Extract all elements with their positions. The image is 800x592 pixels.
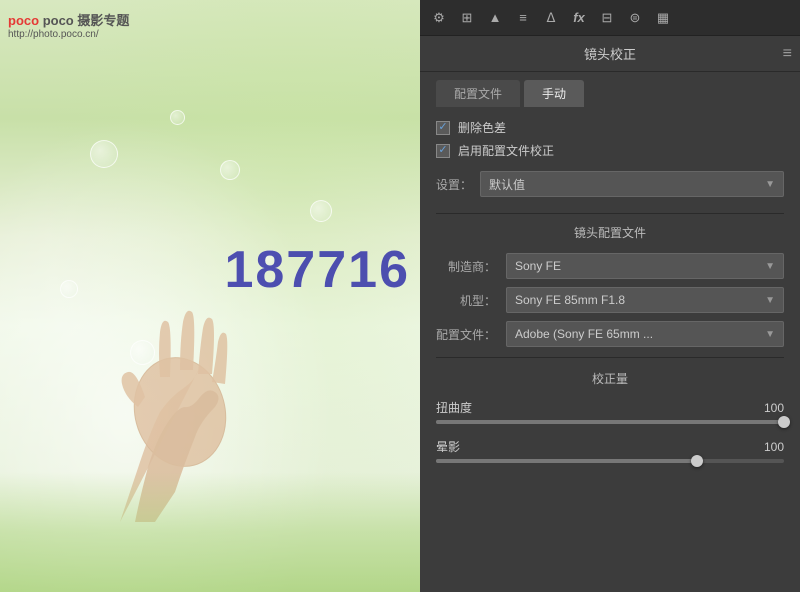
panel-content: 删除色差 启用配置文件校正 设置： 默认值 ▼ 镜头配置文件 制造商： Sony…: [420, 107, 800, 592]
profile-arrow-icon: ▼: [765, 329, 775, 340]
right-panel: ⚙ ⊞ ▲ ≡ ᐃ fx ⊟ ⊜ ▦ 镜头校正 ≡ 配置文件 手动 删除色差 启…: [420, 0, 800, 592]
distortion-slider-row: 扭曲度 100: [436, 399, 784, 424]
checkbox-profile[interactable]: [436, 144, 450, 158]
tab-profile[interactable]: 配置文件: [436, 80, 520, 107]
manufacturer-value: Sony FE: [515, 259, 561, 273]
distortion-thumb[interactable]: [778, 416, 790, 428]
vignette-slider-row: 晕影 100: [436, 438, 784, 463]
vignette-thumb[interactable]: [691, 455, 703, 467]
model-label: 机型：: [436, 292, 496, 309]
poco-logo: poco: [8, 13, 39, 28]
profile-value: Adobe (Sony FE 65mm ...: [515, 327, 653, 341]
distortion-label: 扭曲度: [436, 399, 472, 416]
bubble-2: [310, 200, 332, 222]
photo-panel: poco poco 摄影专题 http://photo.poco.cn/ 187…: [0, 0, 420, 592]
bubble-4: [220, 160, 240, 180]
divider-2: [436, 357, 784, 358]
divider-1: [436, 213, 784, 214]
distortion-fill: [436, 420, 784, 424]
toolbar-icon-mountain[interactable]: ▲: [484, 7, 506, 29]
distortion-value: 100: [754, 401, 784, 415]
toolbar-icon-grid[interactable]: ⊞: [456, 7, 478, 29]
settings-select[interactable]: 默认值 ▼: [480, 171, 784, 197]
tab-bar: 配置文件 手动: [420, 72, 800, 107]
settings-row: 设置： 默认值 ▼: [436, 171, 784, 197]
toolbar-icon-wave[interactable]: ᐃ: [540, 7, 562, 29]
manufacturer-select[interactable]: Sony FE ▼: [506, 253, 784, 279]
model-arrow-icon: ▼: [765, 295, 775, 306]
toolbar-icon-table[interactable]: ⊟: [596, 7, 618, 29]
toolbar-icon-camera[interactable]: ▦: [652, 7, 674, 29]
model-row: 机型： Sony FE 85mm F1.8 ▼: [436, 287, 784, 313]
checkbox-group: 删除色差 启用配置文件校正: [436, 119, 784, 159]
toolbar-icon-fx[interactable]: fx: [568, 7, 590, 29]
toolbar-icon-adjust[interactable]: ⊜: [624, 7, 646, 29]
manufacturer-label: 制造商：: [436, 258, 496, 275]
bubble-1: [90, 140, 118, 168]
panel-header: 镜头校正 ≡: [420, 36, 800, 72]
settings-value: 默认值: [489, 176, 525, 193]
toolbar-icon-settings[interactable]: ⚙: [428, 7, 450, 29]
bubble-5: [170, 110, 185, 125]
panel-menu-button[interactable]: ≡: [783, 45, 792, 63]
correction-title: 校正量: [436, 370, 784, 387]
correction-section: 校正量 扭曲度 100 晕影 100: [436, 370, 784, 463]
checkbox-chromatic-label: 删除色差: [458, 119, 506, 136]
tab-manual[interactable]: 手动: [524, 80, 584, 107]
profile-row: 配置文件： Adobe (Sony FE 65mm ... ▼: [436, 321, 784, 347]
watermark-title: poco 摄影专题: [43, 13, 130, 28]
distortion-track[interactable]: [436, 420, 784, 424]
vignette-header: 晕影 100: [436, 438, 784, 455]
vignette-track[interactable]: [436, 459, 784, 463]
vignette-label: 晕影: [436, 438, 460, 455]
panel-title: 镜头校正: [584, 44, 636, 63]
profile-label: 配置文件：: [436, 326, 496, 343]
distortion-header: 扭曲度 100: [436, 399, 784, 416]
manufacturer-row: 制造商： Sony FE ▼: [436, 253, 784, 279]
vignette-fill: [436, 459, 697, 463]
grass-bottom: [0, 472, 420, 592]
model-select[interactable]: Sony FE 85mm F1.8 ▼: [506, 287, 784, 313]
vignette-value: 100: [754, 440, 784, 454]
toolbar-icon-list[interactable]: ≡: [512, 7, 534, 29]
lens-profile-title: 镜头配置文件: [436, 224, 784, 241]
manufacturer-arrow-icon: ▼: [765, 261, 775, 272]
checkbox-row-profile: 启用配置文件校正: [436, 142, 784, 159]
watermark: poco poco 摄影专题 http://photo.poco.cn/: [8, 10, 129, 40]
checkbox-profile-label: 启用配置文件校正: [458, 142, 554, 159]
checkbox-chromatic[interactable]: [436, 121, 450, 135]
checkbox-row-chromatic: 删除色差: [436, 119, 784, 136]
toolbar: ⚙ ⊞ ▲ ≡ ᐃ fx ⊟ ⊜ ▦: [420, 0, 800, 36]
profile-select[interactable]: Adobe (Sony FE 65mm ... ▼: [506, 321, 784, 347]
model-value: Sony FE 85mm F1.8: [515, 293, 625, 307]
settings-arrow-icon: ▼: [765, 179, 775, 190]
settings-label: 设置：: [436, 176, 472, 193]
watermark-url: http://photo.poco.cn/: [8, 29, 129, 40]
